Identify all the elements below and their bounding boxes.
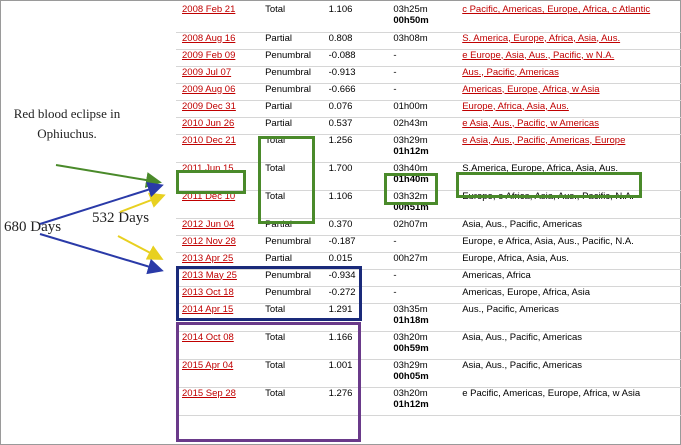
blue-arrow-down [39,233,164,275]
green-arrow [55,164,162,188]
blue-arrow-up [39,181,164,225]
yellow-arrow-up [119,192,166,213]
yellow-arrow-down [117,235,164,260]
annotation-arrows [39,164,166,275]
